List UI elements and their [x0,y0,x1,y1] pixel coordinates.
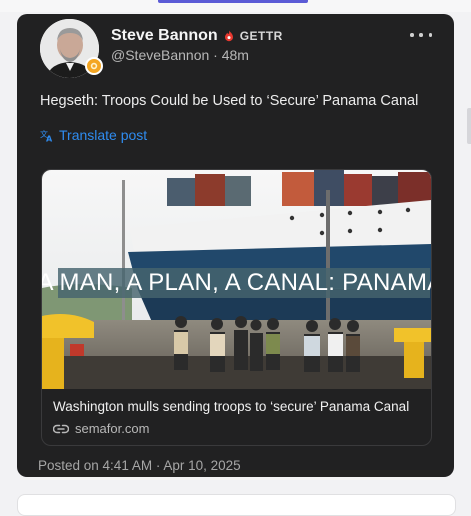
separator-dot: · [213,47,222,63]
author-handle[interactable]: @SteveBannon [111,47,209,63]
platform-label: GETTR [239,29,283,43]
link-domain-row: semafor.com [53,421,149,436]
link-domain: semafor.com [75,421,150,436]
translate-icon: 文 A [40,129,53,143]
post-text: Hegseth: Troops Could be Used to ‘Secure… [40,93,419,109]
translate-post-button[interactable]: 文 A Translate post [40,127,147,143]
svg-text:A: A [46,135,53,143]
post-timestamp: Posted on 4:41 AM · Apr 10, 2025 [38,458,241,473]
link-preview-card[interactable]: A MAN, A PLAN, A CANAL: PANAMA! Washingt… [41,169,432,446]
handle-row: @SteveBannon · 48m [111,47,249,63]
author-name[interactable]: Steve Bannon [111,27,218,45]
active-tab-indicator [158,0,308,3]
preview-headline-overlay: A MAN, A PLAN, A CANAL: PANAMA! [41,268,432,298]
more-dot-icon [428,33,432,37]
verified-badge-icon [85,57,103,75]
link-title[interactable]: Washington mulls sending troops to ‘secu… [53,399,409,414]
translate-label: Translate post [59,127,148,143]
post-age: 48m [221,47,249,63]
post-card[interactable]: Steve Bannon GETTR @SteveBannon · 48m He… [17,14,454,477]
scrollbar[interactable] [467,108,471,144]
more-dot-icon [419,33,423,37]
author-row: Steve Bannon GETTR [111,27,283,45]
next-post-card[interactable] [17,494,456,516]
flame-verified-icon [224,30,233,42]
more-dot-icon [410,33,414,37]
more-options-button[interactable] [410,28,432,42]
link-icon [53,424,69,433]
